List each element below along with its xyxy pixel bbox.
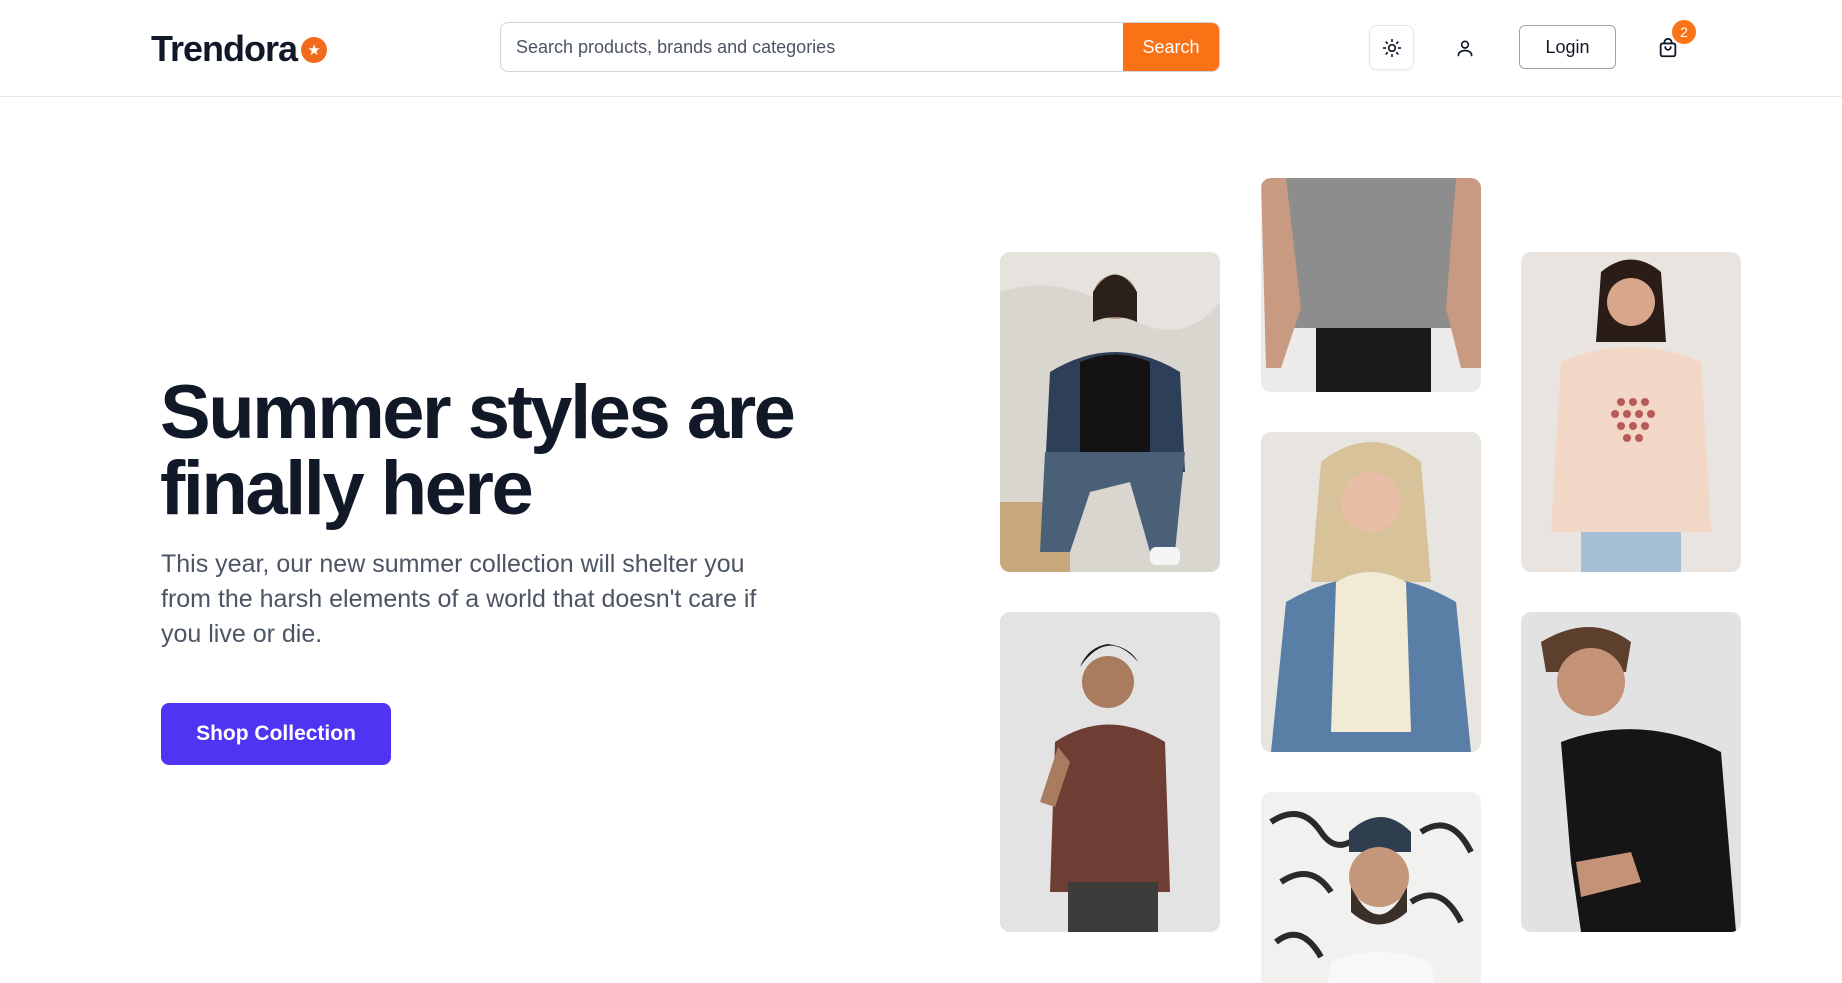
hero-subtitle: This year, our new summer collection wil… [161, 550, 757, 648]
gallery-image-woman-denim-jacket [1000, 252, 1220, 572]
gallery-image-man-beanie [1261, 792, 1481, 983]
login-button[interactable]: Login [1519, 25, 1616, 69]
gallery-image-man-grey-tee [1261, 178, 1481, 392]
logo-text: Trendora [151, 28, 298, 69]
gallery-image-woman-cream-tee [1261, 432, 1481, 752]
search-button[interactable]: Search [1123, 23, 1219, 71]
site-header: Trendora ★ Search Login [0, 0, 1842, 97]
gallery-image-man-black-tee [1521, 612, 1741, 932]
shop-collection-button[interactable]: Shop Collection [161, 703, 391, 765]
sun-icon [1382, 38, 1401, 57]
logo[interactable]: Trendora ★ [151, 28, 328, 70]
star-icon: ★ [301, 37, 328, 63]
cart-count-badge: 2 [1672, 20, 1696, 44]
hero-title: Summer styles are finally here [160, 370, 796, 531]
gallery-image-man-brown-tee [1000, 612, 1220, 932]
search-bar: Search [500, 22, 1220, 72]
gallery-image-woman-pink-tee [1521, 252, 1741, 572]
account-button[interactable] [1442, 25, 1487, 70]
theme-toggle-button[interactable] [1369, 25, 1414, 70]
search-input[interactable] [501, 23, 1123, 71]
user-icon [1457, 40, 1472, 56]
